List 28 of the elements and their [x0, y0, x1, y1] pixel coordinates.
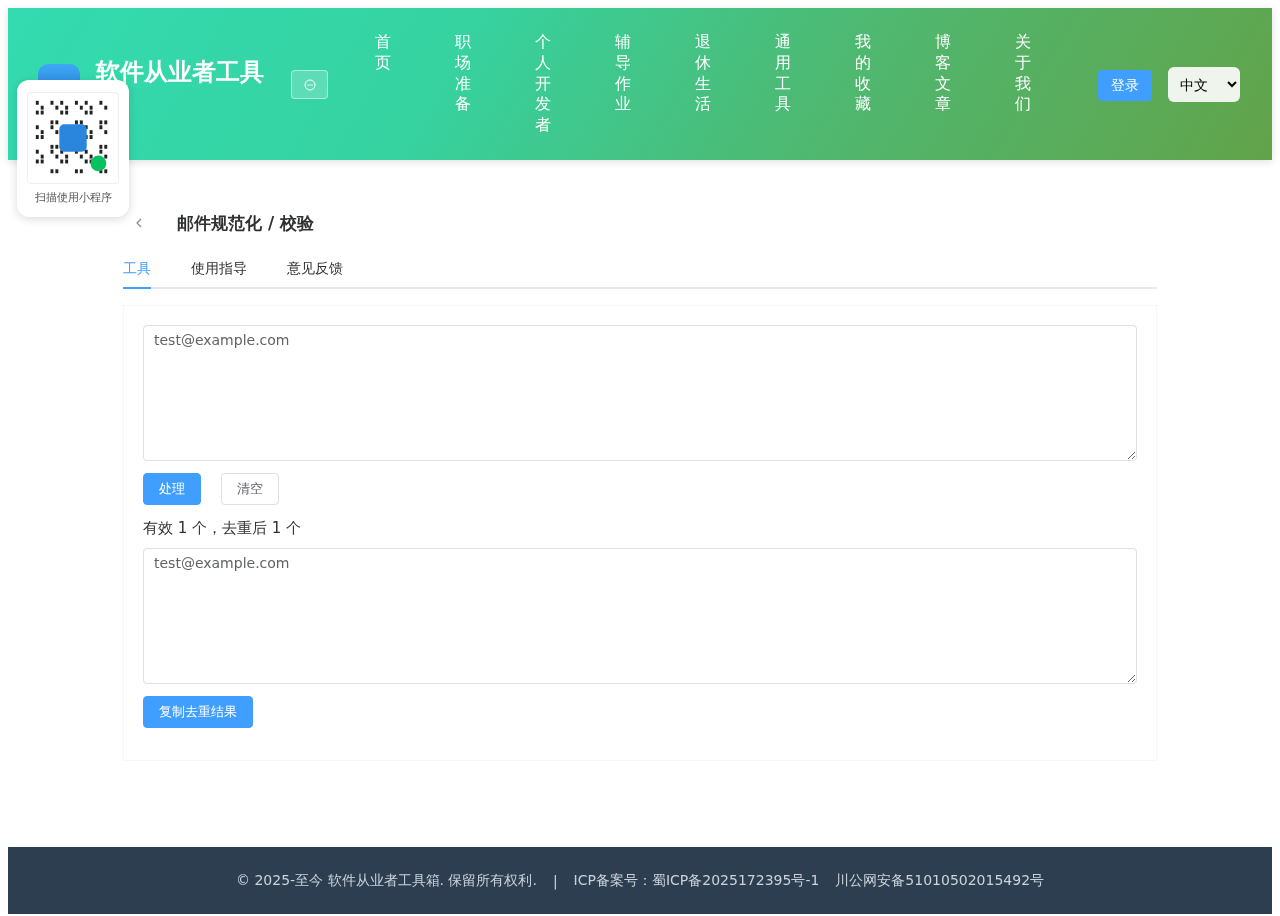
police-link[interactable]: 川公网安备51010502015492号 [835, 871, 1045, 890]
page-title: 邮件规范化 / 校验 [177, 211, 315, 235]
clear-button[interactable]: 清空 [221, 473, 279, 505]
input-field[interactable]: test@example.com [143, 325, 1137, 461]
nav-link[interactable]: 退休生活 [686, 32, 767, 136]
separator-text: | [552, 872, 558, 889]
login-button[interactable]: 登录 [1098, 70, 1152, 101]
result-summary: 有效 1 个，去重后 1 个 [143, 519, 303, 538]
chat-icon [303, 78, 316, 91]
icp-link[interactable]: ICP备案号：蜀ICP备2025172395号-1 [573, 871, 820, 890]
nav-link[interactable]: 博客文章 [926, 32, 1007, 136]
copy-button[interactable]: 复制去重结果 [143, 696, 253, 728]
tab[interactable]: 使用指导 [191, 252, 247, 289]
nav-link[interactable]: 关于我们 [1006, 32, 1087, 136]
language-select[interactable]: 中文 [1167, 67, 1240, 102]
nav-link[interactable]: 辅导作业 [606, 32, 687, 136]
output-field[interactable]: test@example.com [143, 548, 1137, 684]
nav-link[interactable]: 职场准备 [446, 32, 527, 136]
nav-link[interactable]: 首页 [366, 32, 447, 136]
tab[interactable]: 工具 [123, 252, 151, 289]
qr-caption: 扫描使用小程序 [34, 190, 112, 205]
nav-link[interactable]: 通用工具 [766, 32, 847, 136]
qr-code-icon [27, 92, 119, 184]
copyright-text: © 2025-至今 软件从业者工具箱. 保留所有权利. [235, 871, 537, 890]
tab[interactable]: 意见反馈 [287, 252, 343, 289]
process-button[interactable]: 处理 [143, 473, 201, 505]
nav-link[interactable]: 我的收藏 [846, 32, 927, 136]
nav-link[interactable]: 个人开发者 [526, 32, 607, 136]
